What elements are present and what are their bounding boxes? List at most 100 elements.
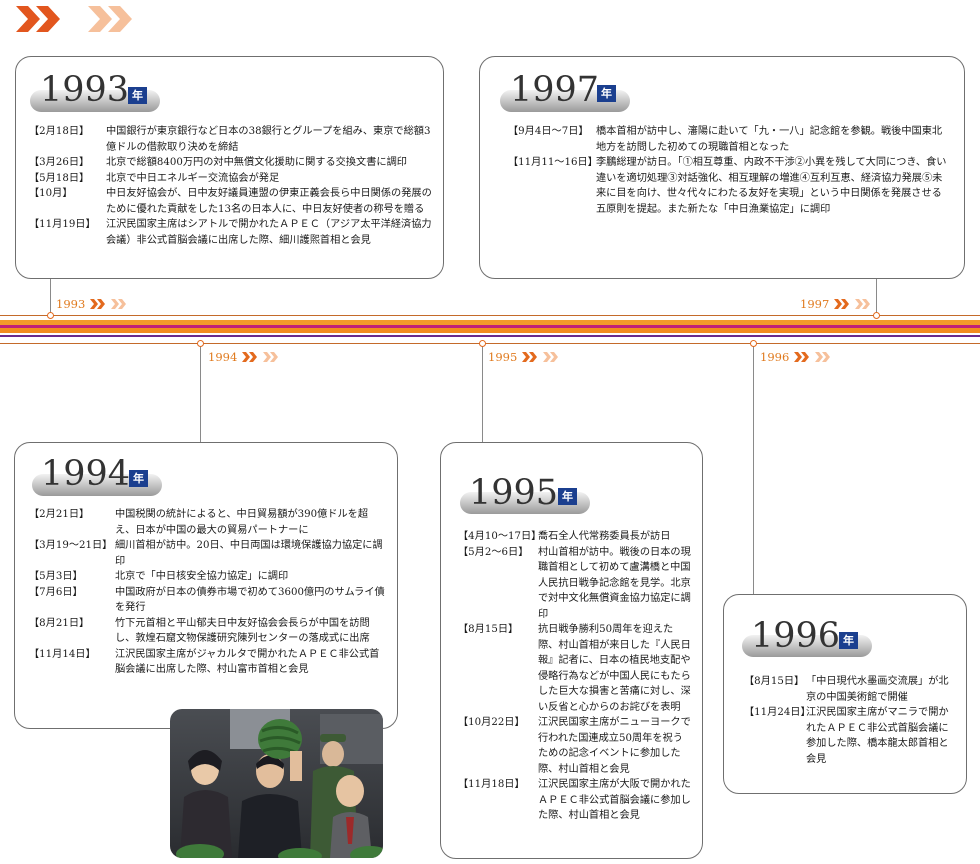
event-date: 【5月2～6日】 (458, 546, 529, 558)
event-row: 【3月26日】 北京で総額8400万円の対中無償文化援助に関する交換文書に調印 (29, 155, 437, 171)
event-row: 【9月4日～7日】 橋本首相が訪中し、瀋陽に赴いて「九・一八」記念館を参観。戦後中… (508, 124, 952, 155)
marker-1997: 1997 (800, 297, 873, 311)
event-date: 【11月19日】 (29, 219, 96, 230)
card-1995: 1995 年 【4月10～17日】 喬石全人代常務委員長が訪日 【5月2～6日】村… (440, 442, 703, 859)
event-text: 細川首相が訪中。20日、中日両国は環境保護協力協定に調印 (115, 540, 383, 567)
event-text: 中国政府が日本の債券市場で初めて3600億円のサムライ債を発行 (115, 586, 385, 614)
timeline-line-top (0, 315, 980, 316)
marker-label: 1996 (760, 350, 790, 364)
event-date: 【7月6日】 (29, 586, 83, 598)
year-badge: 年 (129, 470, 148, 487)
event-text: 村山首相が訪中。戦後の日本の現職首相として初めて盧溝橋と中国人民抗日戦争記念館を… (538, 546, 691, 620)
dot-1997 (873, 312, 880, 319)
event-text: 江沢民国家主席がニューヨークで行われた国連成立50周年を祝うための記念イベントに… (538, 717, 691, 775)
event-text: 李鵬総理が訪日。「①相互尊重、内政不干渉②小異を残して大同につき、食い違いを適切… (596, 157, 947, 215)
event-list: 【2月21日】 中国税関の統計によると、中日貿易額が390億ドルを超え、日本が中国… (29, 507, 387, 678)
event-date: 【10月22日】 (458, 717, 525, 728)
timeline-band-orange-2 (0, 328, 980, 333)
event-date: 【10月】 (29, 188, 73, 199)
marker-label: 1993 (56, 297, 86, 311)
event-date: 【8月15日】 (744, 676, 805, 687)
event-date: 【9月4日～7日】 (508, 126, 589, 137)
event-row: 【5月2～6日】 村山首相が訪中。戦後の日本の現職首相として初めて盧溝橋と中国人民… (458, 545, 692, 623)
event-row: 【7月6日】 中国政府が日本の債券市場で初めて3600億円のサムライ債を発行 (29, 585, 387, 616)
double-chevron-right-light-icon (86, 4, 138, 38)
event-list: 【2月18日】 中国銀行が東京銀行など日本の38銀行とグループを組み、東京で総額3… (29, 124, 437, 248)
event-text: 中日友好協会が、日中友好議員連盟の伊東正義会長ら中日関係の発展のために優れた貢献… (106, 188, 432, 215)
event-date: 【2月18日】 (29, 126, 90, 137)
event-row: 【11月19日】 江沢民国家主席はシアトルで開かれたＡＰＥＣ（アジア太平洋経済協力… (29, 217, 437, 248)
marker-label: 1997 (800, 297, 830, 311)
dot-1993 (47, 312, 54, 319)
event-text: 江沢民国家主席が大阪で開かれたＡＰＥＣ非公式首脳会議に参加した際、村山首相と会見 (538, 779, 691, 821)
dot-1995 (479, 340, 486, 347)
double-chevron-right-icon (242, 352, 279, 362)
year-badge: 年 (597, 85, 616, 102)
event-text: 中国税関の統計によると、中日貿易額が390億ドルを超え、日本が中国の最大の貿易パ… (115, 509, 369, 536)
year-title: 1994 (41, 454, 131, 494)
year-title: 1996 (751, 616, 841, 656)
marker-label: 1994 (208, 350, 238, 364)
event-date: 【5月3日】 (29, 571, 83, 582)
event-date: 【11月14日】 (29, 648, 96, 660)
event-date: 【3月19～21日】 (29, 540, 113, 551)
event-row: 【11月18日】 江沢民国家主席が大阪で開かれたＡＰＥＣ非公式首脳会議に参加した際… (458, 777, 692, 824)
event-date: 【11月18日】 (458, 779, 525, 790)
card-1994: 1994 年 【2月21日】 中国税関の統計によると、中日貿易額が390億ドルを超… (14, 442, 398, 729)
event-text: 江沢民国家主席がマニラで開かれたＡＰＥＣ非公式首脳会議に参加した際、橋本龍太郎首… (806, 707, 949, 765)
stem-1995 (482, 344, 483, 442)
marker-1994: 1994 (208, 350, 281, 364)
event-date: 【11月11～16日】 (508, 157, 598, 168)
event-row: 【11月14日】 江沢民国家主席がジャカルタで開かれたＡＰＥＣ非公式首脳会議に出席… (29, 647, 387, 678)
event-date: 【11月24日】 (744, 707, 811, 718)
year-badge: 年 (839, 632, 858, 649)
photo-1994-watermelon (170, 709, 383, 858)
event-row: 【2月21日】 中国税関の統計によると、中日貿易額が390億ドルを超え、日本が中国… (29, 507, 387, 538)
double-chevron-right-icon (14, 4, 66, 38)
double-chevron-right-icon (90, 299, 127, 309)
event-row: 【10月22日】 江沢民国家主席がニューヨークで行われた国連成立50周年を祝うため… (458, 715, 692, 777)
event-date: 【5月18日】 (29, 172, 90, 184)
event-text: 江沢民国家主席がジャカルタで開かれたＡＰＥＣ非公式首脳会議に出席した際、村山富市… (115, 648, 380, 676)
event-text: 「中日現代水墨画交流展」が北京の中国美術館で開催 (806, 676, 949, 703)
timeline-line-bottom (0, 343, 980, 344)
stem-1994 (200, 344, 201, 442)
marker-1995: 1995 (488, 350, 561, 364)
event-row: 【4月10～17日】 喬石全人代常務委員長が訪日 (458, 529, 692, 545)
event-text: 北京で中日エネルギー交流協会が発足 (106, 172, 280, 184)
event-list: 【8月15日】 「中日現代水墨画交流展」が北京の中国美術館で開催 【11月24日】… (744, 674, 958, 767)
double-chevron-right-icon (522, 352, 559, 362)
event-row: 【8月21日】 竹下元首相と平山郁夫日中友好協会会長らが中国を訪問し、敦煌石窟文物… (29, 616, 387, 647)
marker-label: 1995 (488, 350, 518, 364)
event-text: 北京で「中日核安全協力協定」に調印 (115, 571, 289, 582)
event-date: 【3月26日】 (29, 157, 90, 168)
dot-1994 (197, 340, 204, 347)
event-date: 【8月21日】 (29, 617, 90, 629)
event-text: 喬石全人代常務委員長が訪日 (538, 531, 671, 542)
card-1993: 1993 年 【2月18日】 中国銀行が東京銀行など日本の38銀行とグループを組み… (15, 56, 444, 279)
event-row: 【8月15日】 「中日現代水墨画交流展」が北京の中国美術館で開催 (744, 674, 958, 705)
stem-1996 (753, 344, 754, 594)
event-row: 【11月11～16日】 李鵬総理が訪日。「①相互尊重、内政不干渉②小異を残して大同… (508, 155, 952, 217)
year-title: 1993 (40, 70, 130, 110)
year-title: 1995 (469, 473, 559, 513)
marker-1993: 1993 (56, 297, 129, 311)
double-chevron-right-icon (794, 352, 831, 362)
event-date: 【2月21日】 (29, 509, 90, 520)
stem-1993 (50, 278, 51, 315)
event-text: 北京で総額8400万円の対中無償文化援助に関する交換文書に調印 (106, 157, 407, 168)
event-text: 竹下元首相と平山郁夫日中友好協会会長らが中国を訪問し、敦煌石窟文物保護研究陳列セ… (115, 617, 370, 645)
dot-1996 (750, 340, 757, 347)
year-badge: 年 (128, 87, 147, 104)
event-row: 【10月】 中日友好協会が、日中友好議員連盟の伊東正義会長ら中日関係の発展のために… (29, 186, 437, 217)
event-text: 抗日戦争勝利50周年を迎えた際、村山首相が来日した『人民日報』記者に、日本の植民… (538, 624, 691, 713)
event-row: 【5月3日】 北京で「中日核安全協力協定」に調印 (29, 569, 387, 585)
timeline-band-purple (0, 335, 980, 337)
double-chevron-right-icon (834, 299, 871, 309)
event-date: 【4月10～17日】 (458, 531, 542, 542)
event-row: 【8月15日】 抗日戦争勝利50周年を迎えた際、村山首相が来日した『人民日報』記者… (458, 622, 692, 715)
event-list: 【4月10～17日】 喬石全人代常務委員長が訪日 【5月2～6日】 村山首相が訪中。… (458, 529, 692, 824)
event-text: 中国銀行が東京銀行など日本の38銀行とグループを組み、東京で総額3億ドルの借款取… (106, 126, 431, 153)
event-date: 【8月15日】 (458, 624, 519, 635)
stem-1997 (876, 278, 877, 315)
